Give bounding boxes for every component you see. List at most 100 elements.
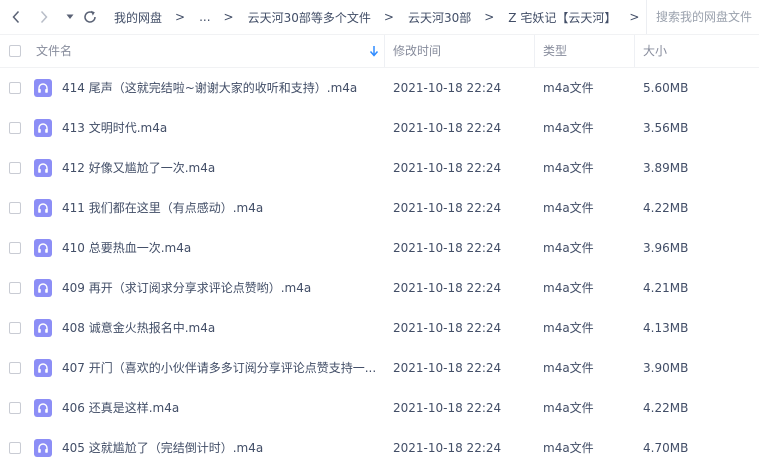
column-header-modified[interactable]: 修改时间 <box>384 35 534 67</box>
breadcrumb-separator: > <box>383 10 394 24</box>
file-row[interactable]: 414 尾声（这就完结啦~谢谢大家的收听和支持）.m4a 2021-10-18 … <box>0 68 759 108</box>
row-checkbox[interactable] <box>9 402 21 414</box>
file-type: m4a文件 <box>543 201 594 215</box>
file-name-link[interactable]: 407 开门（喜欢的小伙伴请多多订阅分享评论点赞支持一... <box>62 348 378 388</box>
row-checkbox[interactable] <box>9 362 21 374</box>
file-size: 3.90MB <box>643 361 689 375</box>
breadcrumb-separator: > <box>223 10 234 24</box>
row-checkbox[interactable] <box>9 82 21 94</box>
breadcrumb-separator: > <box>484 10 495 24</box>
breadcrumb-item-my-drive[interactable]: 我的网盘 <box>114 9 162 26</box>
headphones-icon <box>38 243 48 253</box>
chevron-left-icon <box>12 10 20 24</box>
file-type: m4a文件 <box>543 401 594 415</box>
file-modified-time: 2021-10-18 22:24 <box>393 401 502 415</box>
file-row[interactable]: 413 文明时代.m4a 2021-10-18 22:24 m4a文件 3.56… <box>0 108 759 148</box>
headphones-icon <box>38 83 48 93</box>
audio-file-icon <box>34 79 52 97</box>
file-name-link[interactable]: 406 还真是这样.m4a <box>62 388 378 428</box>
refresh-button[interactable] <box>80 7 100 27</box>
file-name-link[interactable]: 414 尾声（这就完结啦~谢谢大家的收听和支持）.m4a <box>62 68 378 108</box>
column-header-type[interactable]: 类型 <box>534 35 634 67</box>
breadcrumb-item-folder-30[interactable]: 云天河30部 <box>408 9 471 26</box>
file-name-link[interactable]: 412 好像又尴尬了一次.m4a <box>62 148 378 188</box>
breadcrumb-item-ellipsis[interactable]: ... <box>199 10 210 24</box>
headphones-icon <box>38 203 48 213</box>
file-modified-time: 2021-10-18 22:24 <box>393 241 502 255</box>
audio-file-icon <box>34 399 52 417</box>
file-row[interactable]: 412 好像又尴尬了一次.m4a 2021-10-18 22:24 m4a文件 … <box>0 148 759 188</box>
row-checkbox[interactable] <box>9 122 21 134</box>
file-list-header: 文件名 修改时间 类型 大小 <box>0 34 759 68</box>
headphones-icon <box>38 123 48 133</box>
file-modified-time: 2021-10-18 22:24 <box>393 361 502 375</box>
breadcrumb-separator: > <box>175 10 186 24</box>
file-type: m4a文件 <box>543 81 594 95</box>
audio-file-icon <box>34 319 52 337</box>
sort-descending-icon <box>369 46 379 57</box>
headphones-icon <box>38 283 48 293</box>
file-row[interactable]: 411 我们都在这里（有点感动）.m4a 2021-10-18 22:24 m4… <box>0 188 759 228</box>
file-modified-time: 2021-10-18 22:24 <box>393 201 502 215</box>
file-modified-time: 2021-10-18 22:24 <box>393 161 502 175</box>
file-size: 4.22MB <box>643 201 689 215</box>
chevron-right-icon <box>40 10 48 24</box>
file-modified-time: 2021-10-18 22:24 <box>393 441 502 455</box>
headphones-icon <box>38 323 48 333</box>
file-size: 5.60MB <box>643 81 689 95</box>
file-row[interactable]: 408 诚意金火热报名中.m4a 2021-10-18 22:24 m4a文件 … <box>0 308 759 348</box>
file-type: m4a文件 <box>543 441 594 455</box>
audio-file-icon <box>34 199 52 217</box>
caret-down-icon <box>66 14 74 19</box>
select-all-checkbox[interactable] <box>9 45 21 57</box>
file-size: 3.96MB <box>643 241 689 255</box>
column-header-name[interactable]: 文件名 <box>36 35 382 67</box>
row-checkbox[interactable] <box>9 162 21 174</box>
file-size: 4.21MB <box>643 281 689 295</box>
file-size: 4.22MB <box>643 401 689 415</box>
refresh-icon <box>84 10 96 23</box>
file-type: m4a文件 <box>543 321 594 335</box>
file-name-link[interactable]: 405 这就尴尬了（完结倒计时）.m4a <box>62 428 378 468</box>
headphones-icon <box>38 403 48 413</box>
audio-file-icon <box>34 239 52 257</box>
row-checkbox[interactable] <box>9 202 21 214</box>
row-checkbox[interactable] <box>9 282 21 294</box>
back-button[interactable] <box>6 7 26 27</box>
file-modified-time: 2021-10-18 22:24 <box>393 121 502 135</box>
file-type: m4a文件 <box>543 161 594 175</box>
headphones-icon <box>38 443 48 453</box>
search-input[interactable] <box>656 10 759 24</box>
file-name-link[interactable]: 413 文明时代.m4a <box>62 108 378 148</box>
breadcrumb-item-current-folder[interactable]: Z 宅妖记【云天河】 <box>508 9 616 26</box>
file-size: 4.70MB <box>643 441 689 455</box>
file-type: m4a文件 <box>543 121 594 135</box>
navigation-bar: 我的网盘 > ... > 云天河30部等多个文件 > 云天河30部 > Z 宅妖… <box>0 0 759 34</box>
breadcrumb-item-folder-collection[interactable]: 云天河30部等多个文件 <box>248 9 371 26</box>
file-row[interactable]: 405 这就尴尬了（完结倒计时）.m4a 2021-10-18 22:24 m4… <box>0 428 759 468</box>
file-modified-time: 2021-10-18 22:24 <box>393 321 502 335</box>
history-dropdown-button[interactable] <box>60 7 80 27</box>
breadcrumb: 我的网盘 > ... > 云天河30部等多个文件 > 云天河30部 > Z 宅妖… <box>114 0 653 34</box>
file-size: 4.13MB <box>643 321 689 335</box>
file-name-link[interactable]: 408 诚意金火热报名中.m4a <box>62 308 378 348</box>
row-checkbox[interactable] <box>9 322 21 334</box>
audio-file-icon <box>34 359 52 377</box>
file-row[interactable]: 407 开门（喜欢的小伙伴请多多订阅分享评论点赞支持一... 2021-10-1… <box>0 348 759 388</box>
file-name-link[interactable]: 411 我们都在这里（有点感动）.m4a <box>62 188 378 228</box>
file-row[interactable]: 406 还真是这样.m4a 2021-10-18 22:24 m4a文件 4.2… <box>0 388 759 428</box>
file-modified-time: 2021-10-18 22:24 <box>393 281 502 295</box>
file-modified-time: 2021-10-18 22:24 <box>393 81 502 95</box>
file-row[interactable]: 410 总要热血一次.m4a 2021-10-18 22:24 m4a文件 3.… <box>0 228 759 268</box>
file-row[interactable]: 409 再开（求订阅求分享求评论点赞哟）.m4a 2021-10-18 22:2… <box>0 268 759 308</box>
file-name-link[interactable]: 409 再开（求订阅求分享求评论点赞哟）.m4a <box>62 268 378 308</box>
row-checkbox[interactable] <box>9 442 21 454</box>
file-size: 3.89MB <box>643 161 689 175</box>
file-size: 3.56MB <box>643 121 689 135</box>
forward-button[interactable] <box>34 7 54 27</box>
file-type: m4a文件 <box>543 241 594 255</box>
file-name-link[interactable]: 410 总要热血一次.m4a <box>62 228 378 268</box>
row-checkbox[interactable] <box>9 242 21 254</box>
audio-file-icon <box>34 119 52 137</box>
column-header-size[interactable]: 大小 <box>634 35 759 67</box>
